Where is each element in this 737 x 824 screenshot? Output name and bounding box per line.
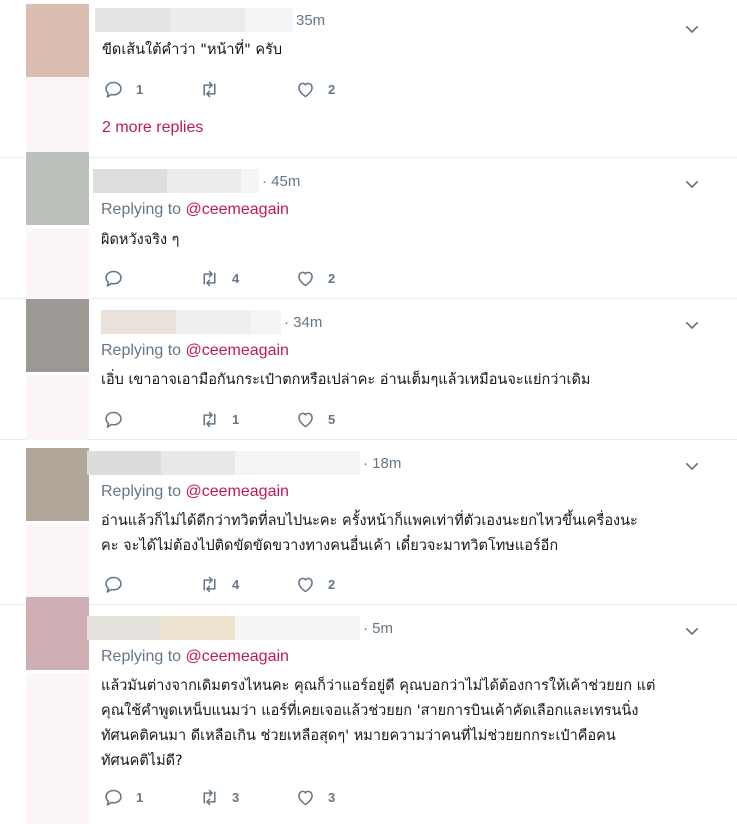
heart-icon <box>298 82 313 97</box>
tweet-timestamp[interactable]: · 5m <box>363 620 393 637</box>
reply-count: 1 <box>136 81 144 97</box>
tweet-timestamp[interactable]: 35m <box>296 12 325 29</box>
replying-to-label: Replying to <box>101 648 186 665</box>
avatar[interactable] <box>26 597 89 670</box>
chevron-down-icon[interactable] <box>683 457 701 475</box>
like-button[interactable]: 2 <box>295 268 391 289</box>
reply-icon <box>105 81 122 98</box>
tweet-item[interactable]: · 45m Replying to @ceemeagain ผิดหวังจริ… <box>0 152 737 299</box>
replying-to-label: Replying to <box>101 483 186 500</box>
retweet-button[interactable]: 4 <box>199 574 295 595</box>
replying-to: Replying to @ceemeagain <box>101 648 289 666</box>
tweet-text: แล้วมันต่างจากเดิมตรงไหนคะ คุณก็ว่าแอร์อ… <box>101 678 656 769</box>
thread-line <box>26 77 89 158</box>
tweet-timestamp[interactable]: · 34m <box>284 314 322 331</box>
like-count: 2 <box>328 270 336 286</box>
tweet-text: ขีดเส้นใต้คำว่า "หน้าที่" ครับ <box>102 42 283 58</box>
avatar[interactable] <box>26 152 89 225</box>
thread-line <box>26 228 89 299</box>
retweet-icon <box>203 789 216 805</box>
retweet-icon <box>203 270 216 286</box>
replying-to-handle[interactable]: @ceemeagain <box>186 342 289 359</box>
tweet-text: ผิดหวังจริง ๆ <box>101 232 180 248</box>
retweet-icon <box>203 576 216 592</box>
like-button[interactable]: 2 <box>295 79 391 100</box>
author-name-redacted[interactable]: · 34m <box>101 310 322 334</box>
like-count: 3 <box>328 789 336 805</box>
tweet-actions: 1 3 3 <box>103 786 391 808</box>
tweet-text: อ่านแล้วก็ไม่ได้ดีกว่าทวิตที่ลบไปนะคะ คร… <box>101 513 638 554</box>
replying-to: Replying to @ceemeagain <box>101 483 289 501</box>
replying-to-label: Replying to <box>101 342 186 359</box>
tweet-item[interactable]: 35m ขีดเส้นใต้คำว่า "หน้าที่" ครับ 1 2 2… <box>0 0 737 158</box>
tweet-timestamp[interactable]: · 18m <box>363 455 401 472</box>
tweet-actions: 4 2 <box>103 573 391 595</box>
retweet-button[interactable] <box>199 79 295 100</box>
reply-icon <box>105 576 122 593</box>
thread-line <box>26 524 89 605</box>
thread-line <box>26 673 89 824</box>
chevron-down-icon[interactable] <box>683 622 701 640</box>
thread-line <box>26 375 89 440</box>
chevron-down-icon[interactable] <box>683 316 701 334</box>
heart-icon <box>298 412 313 427</box>
heart-icon <box>298 577 313 592</box>
replying-to-label: Replying to <box>101 201 186 218</box>
retweet-button[interactable]: 1 <box>199 409 295 430</box>
avatar[interactable] <box>26 299 89 372</box>
author-name-redacted[interactable]: · 5m <box>87 616 393 640</box>
tweet-text: เอิ่บ เขาอาจเอามือกันกระเป๋าตกหรือเปล่าค… <box>101 372 591 388</box>
author-name-redacted[interactable]: · 45m <box>93 169 300 193</box>
like-count: 5 <box>328 411 336 427</box>
reply-button[interactable]: 1 <box>103 787 199 808</box>
tweet-timestamp[interactable]: · 45m <box>262 173 300 190</box>
replying-to: Replying to @ceemeagain <box>101 201 289 219</box>
author-name-redacted[interactable]: 35m <box>95 8 325 32</box>
retweet-icon <box>203 81 216 97</box>
tweet-item[interactable]: · 5m Replying to @ceemeagain แล้วมันต่าง… <box>0 597 737 824</box>
reply-button[interactable]: 1 <box>103 79 199 100</box>
reply-icon <box>105 270 122 287</box>
tweet-item[interactable]: · 18m Replying to @ceemeagain อ่านแล้วก็… <box>0 440 737 605</box>
heart-icon <box>298 271 313 286</box>
reply-icon <box>105 411 122 428</box>
replying-to-handle[interactable]: @ceemeagain <box>186 648 289 665</box>
like-count: 2 <box>328 81 336 97</box>
chevron-down-icon[interactable] <box>683 20 701 38</box>
heart-icon <box>298 790 313 805</box>
avatar[interactable] <box>26 448 89 521</box>
like-button[interactable]: 2 <box>295 574 391 595</box>
retweet-count: 4 <box>232 576 240 592</box>
avatar[interactable] <box>26 4 89 77</box>
retweet-button[interactable]: 4 <box>199 268 295 289</box>
tweet-actions: 1 5 <box>103 408 391 430</box>
tweet-actions: 1 2 <box>103 78 391 100</box>
retweet-count: 3 <box>232 789 240 805</box>
like-button[interactable]: 3 <box>295 787 391 808</box>
show-more-replies-link[interactable]: 2 more replies <box>102 119 203 137</box>
chevron-down-icon[interactable] <box>683 175 701 193</box>
reply-button[interactable] <box>103 268 199 289</box>
tweet-actions: 4 2 <box>103 267 391 289</box>
replying-to-handle[interactable]: @ceemeagain <box>186 483 289 500</box>
author-name-redacted[interactable]: · 18m <box>87 451 401 475</box>
replying-to-handle[interactable]: @ceemeagain <box>186 201 289 218</box>
retweet-button[interactable]: 3 <box>199 787 295 808</box>
retweet-icon <box>203 411 216 427</box>
reply-button[interactable] <box>103 574 199 595</box>
retweet-count: 4 <box>232 270 240 286</box>
reply-icon <box>105 789 122 806</box>
like-button[interactable]: 5 <box>295 409 391 430</box>
like-count: 2 <box>328 576 336 592</box>
tweet-item[interactable]: · 34m Replying to @ceemeagain เอิ่บ เขาอ… <box>0 299 737 440</box>
replying-to: Replying to @ceemeagain <box>101 342 289 360</box>
reply-count: 1 <box>136 789 144 805</box>
retweet-count: 1 <box>232 411 240 427</box>
reply-button[interactable] <box>103 409 199 430</box>
